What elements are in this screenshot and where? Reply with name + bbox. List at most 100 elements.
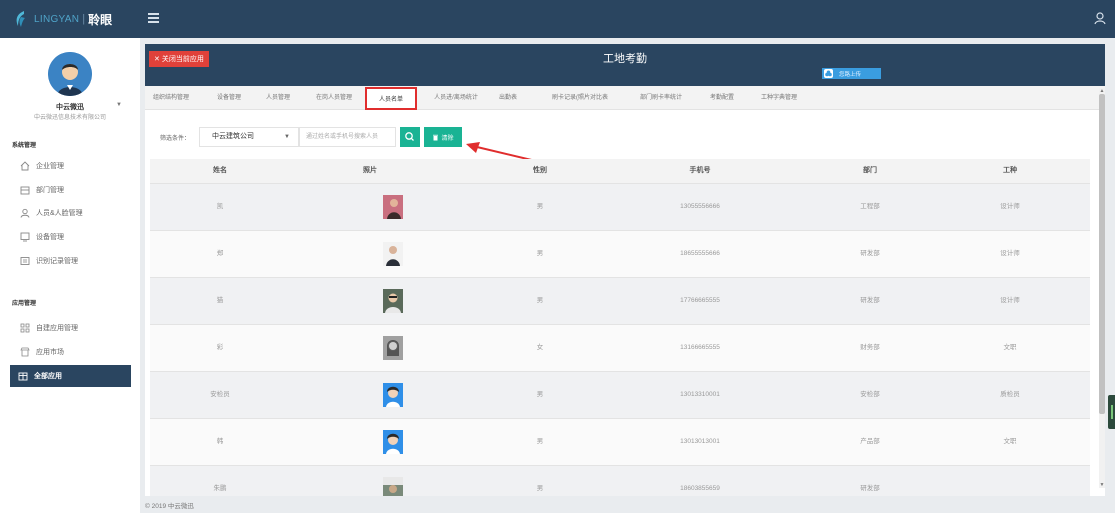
brand-mark-icon <box>16 11 25 27</box>
tab-devices[interactable]: 设备管理 <box>213 90 245 106</box>
side-panel-handle[interactable] <box>1108 395 1115 429</box>
record-icon <box>20 257 30 265</box>
cell-name: 郑 <box>216 250 224 257</box>
search-button[interactable] <box>400 127 420 147</box>
scroll-down-icon[interactable]: ▼ <box>1099 482 1105 488</box>
cell-department: 安检部 <box>860 391 880 398</box>
home-icon <box>20 161 30 171</box>
cell-job: 设计师 <box>1000 250 1020 257</box>
tab-dept-card-rate[interactable]: 部门刷卡率统计 <box>634 90 688 106</box>
tab-org-structure[interactable]: 组织结构管理 <box>149 90 193 106</box>
sidebar-item-label: 识别记录管理 <box>36 258 78 265</box>
cell-department: 财务部 <box>860 344 880 351</box>
sidebar-item-custom-apps[interactable]: 自建应用管理 <box>0 317 140 339</box>
tab-people[interactable]: 人员管理 <box>262 90 294 106</box>
tab-attendance-config[interactable]: 考勤配置 <box>705 90 739 106</box>
sidebar-item-records[interactable]: 识别记录管理 <box>0 250 140 272</box>
search-input[interactable] <box>299 127 396 147</box>
grid-icon <box>20 323 30 333</box>
cell-department: 产品部 <box>860 438 880 445</box>
sidebar-item-label: 设备管理 <box>36 234 64 241</box>
table-row[interactable]: 安检员 男 13013310001 安检部 质检员 <box>150 371 1090 418</box>
cell-name: 凯 <box>216 203 224 210</box>
device-icon <box>20 232 30 242</box>
cell-phone: 13166665555 <box>680 344 720 351</box>
table-row[interactable]: 猫 男 17766665555 研发部 设计师 <box>150 277 1090 324</box>
table-row[interactable]: 凯 男 13055556666 工程部 设计师 <box>150 183 1090 230</box>
sidebar-item-company[interactable]: 企业管理 <box>0 155 140 177</box>
tab-entry-exit-stats[interactable]: 人员进/离场统计 <box>427 90 485 106</box>
cell-gender: 男 <box>536 203 544 210</box>
section-apps: 应用管理 <box>12 301 37 307</box>
cell-name: 猫 <box>216 297 224 304</box>
user-company: 中云微迅信息技术有限公司 <box>33 115 106 121</box>
cell-name: 安检员 <box>210 391 230 398</box>
cell-job: 设计师 <box>1000 203 1020 210</box>
cell-phone: 13055556666 <box>680 203 720 210</box>
person-photo <box>383 477 403 496</box>
sidebar-item-app-market[interactable]: 应用市场 <box>0 341 140 363</box>
cell-job: 文职 <box>1003 438 1017 445</box>
trash-icon <box>433 134 439 140</box>
table-row[interactable]: 韩 男 13013013001 产品部 文职 <box>150 418 1090 465</box>
filter-label: 筛选条件： <box>160 136 191 142</box>
brand-en: LINGYAN <box>34 13 80 25</box>
chevron-down-icon[interactable]: ▼ <box>116 102 122 108</box>
cell-name: 彩 <box>216 344 224 351</box>
cell-department: 工程部 <box>860 203 880 210</box>
page-title: 工地考勤 <box>603 53 647 65</box>
sidebar-item-label: 人员&人脸管理 <box>36 210 83 217</box>
cell-phone: 13013013001 <box>680 438 720 445</box>
cell-job <box>960 466 1060 496</box>
table-row[interactable]: 彩 女 13166665555 财务部 文职 <box>150 324 1090 371</box>
menu-toggle-icon[interactable] <box>148 13 159 23</box>
column-header-gender: 性别 <box>533 167 547 174</box>
cell-gender: 男 <box>536 391 544 398</box>
cell-phone: 13013310001 <box>680 391 720 398</box>
cell-department: 研发部 <box>860 297 880 304</box>
tab-attendance-sheet[interactable]: 出勤表 <box>497 90 519 106</box>
upload-button[interactable]: 您路上传 <box>822 68 881 79</box>
scroll-thumb[interactable] <box>1099 94 1105 414</box>
sidebar-item-label: 全部应用 <box>34 373 62 380</box>
brand-logo[interactable]: LINGYAN | 聆眼 <box>14 9 112 29</box>
cell-job: 设计师 <box>1000 297 1020 304</box>
person-icon <box>20 208 30 218</box>
avatar-image <box>48 52 92 96</box>
tab-card-records[interactable]: 刷卡记录(照片对比表 <box>542 90 618 106</box>
clear-button[interactable]: 清除 <box>424 127 462 147</box>
app-title-bar: ✕ 关闭当前应用 工地考勤 您路上传 <box>145 44 1105 86</box>
search-icon <box>405 132 414 141</box>
clear-label: 清除 <box>441 135 454 142</box>
cell-job: 质检员 <box>1000 391 1020 398</box>
person-photo <box>383 195 403 219</box>
scrollbar[interactable]: ▲ ▼ <box>1099 88 1105 488</box>
table-row[interactable]: 朱鹏 男 18603855659 研发部 <box>150 465 1090 496</box>
cell-phone: 17766665555 <box>680 297 720 304</box>
cloud-icon <box>824 69 833 78</box>
main-content: ✕ 关闭当前应用 工地考勤 您路上传 组织结构管理 设备管理 人员管理 在岗人员… <box>145 44 1105 496</box>
column-header-job: 工种 <box>1003 167 1017 174</box>
tab-people-list[interactable]: 人员名单 <box>365 87 417 110</box>
cell-gender: 男 <box>536 297 544 304</box>
cell-name: 朱鹏 <box>213 485 227 492</box>
user-icon[interactable] <box>1093 11 1107 25</box>
cell-gender: 男 <box>536 250 544 257</box>
sidebar-item-people[interactable]: 人员&人脸管理 <box>0 202 140 224</box>
store-icon <box>20 347 30 357</box>
chevron-down-icon: ▼ <box>284 134 290 140</box>
footer-copyright: © 2019 中云微迅 <box>145 503 194 510</box>
cell-gender: 男 <box>536 438 544 445</box>
person-photo <box>383 383 403 407</box>
company-select[interactable]: 中云建筑公司 ▼ <box>199 127 299 147</box>
sidebar-item-all-apps[interactable]: 全部应用 <box>10 365 131 387</box>
sidebar-item-devices[interactable]: 设备管理 <box>0 226 140 248</box>
tab-on-duty[interactable]: 在岗人员管理 <box>312 90 356 106</box>
avatar[interactable] <box>48 52 92 96</box>
sidebar-item-department[interactable]: 部门管理 <box>0 179 140 201</box>
cell-department: 研发部 <box>860 485 880 492</box>
person-photo <box>383 336 403 360</box>
tab-bar: 组织结构管理 设备管理 人员管理 在岗人员管理 人员名单 人员进/离场统计 出勤… <box>145 86 1105 110</box>
table-row[interactable]: 郑 男 18655555666 研发部 设计师 <box>150 230 1090 277</box>
tab-job-dictionary[interactable]: 工种字典管理 <box>756 90 802 106</box>
